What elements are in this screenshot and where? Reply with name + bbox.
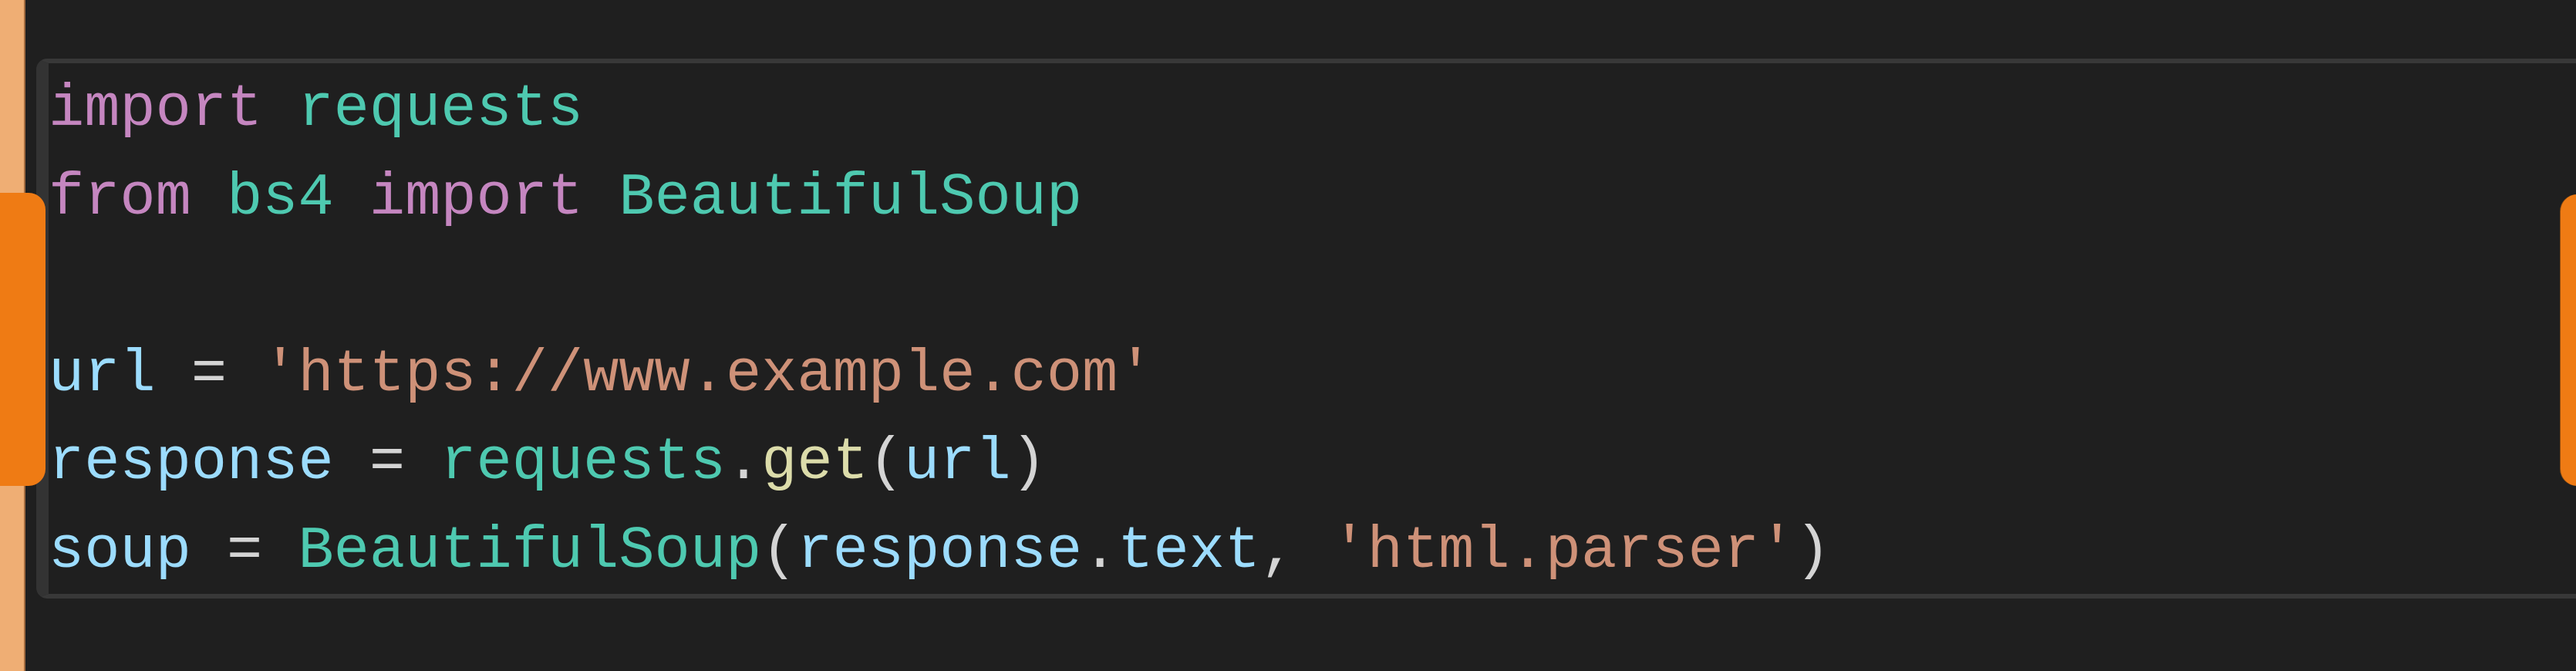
left-resize-handle[interactable] (0, 193, 46, 486)
code-token-op: . (1082, 518, 1118, 585)
code-token-kw: from (49, 164, 191, 232)
code-token-op (191, 165, 227, 232)
code-token-var: response (49, 430, 334, 497)
code-token-op (262, 76, 298, 143)
code-token-op: ( (761, 518, 797, 585)
code-token-op: = (191, 518, 298, 585)
code-token-kw: import (369, 164, 584, 232)
code-token-op: ) (1010, 430, 1047, 497)
code-line: response = requests.get(url) (49, 420, 1830, 508)
code-token-op: = (333, 430, 441, 497)
code-token-op: = (155, 341, 263, 409)
code-line: from bs4 import BeautifulSoup (49, 155, 1830, 244)
code-token-op: ( (868, 430, 905, 497)
code-token-mod: requests (298, 76, 584, 143)
code-token-var: response (797, 518, 1083, 585)
code-line: url = 'https://www.example.com' (49, 332, 1830, 420)
code-token-var: url (904, 430, 1011, 497)
code-token-mod: requests (440, 430, 726, 497)
code-editor[interactable]: import requests from bs4 import Beautiful… (49, 66, 1830, 597)
code-token-op (583, 165, 619, 232)
code-token-kw: import (49, 76, 263, 143)
code-token-mod: BeautifulSoup (298, 518, 762, 585)
code-line: soup = BeautifulSoup(response.text, 'htm… (49, 508, 1830, 597)
code-token-mod: BeautifulSoup (619, 164, 1083, 232)
right-resize-handle[interactable] (2561, 194, 2576, 486)
code-token-op: . (725, 430, 762, 497)
code-token-fn: get (761, 430, 868, 497)
code-token-var: soup (49, 518, 191, 585)
code-token-var: url (49, 341, 156, 409)
code-token-op: , (1260, 518, 1332, 585)
code-token-var: text (1118, 518, 1261, 585)
code-line: import requests (49, 66, 1830, 155)
code-token-mod: bs4 (227, 164, 334, 232)
code-token-str: 'https://www.example.com' (262, 341, 1154, 409)
code-token-op: ) (1795, 518, 1831, 585)
code-token-str: 'html.parser' (1331, 518, 1795, 585)
code-token-op (334, 165, 369, 232)
